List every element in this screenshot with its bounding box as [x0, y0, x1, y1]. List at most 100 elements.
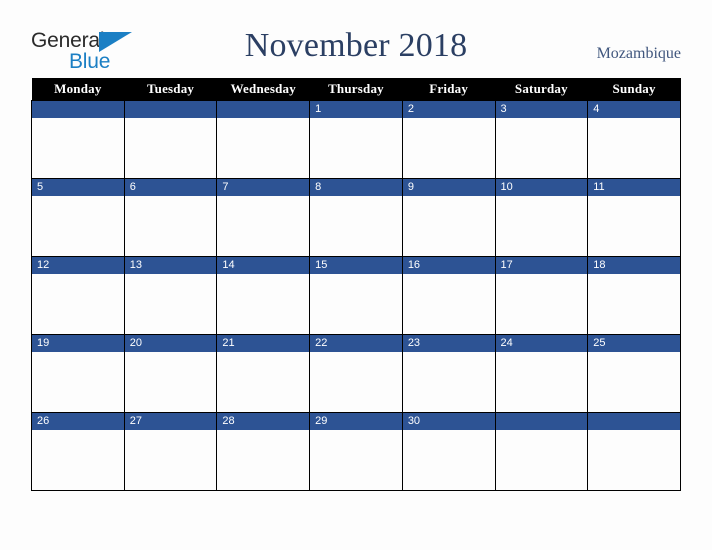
day-number: 17 [495, 257, 588, 274]
day-cell-body[interactable] [588, 118, 680, 177]
day-cell[interactable]: 18 [587, 256, 681, 335]
day-number: 7 [217, 179, 310, 196]
day-cell[interactable]: 5 [31, 178, 125, 257]
day-number: 2 [402, 101, 495, 118]
day-cell[interactable]: 1 [309, 100, 403, 179]
calendar-week-row: 12 13 14 15 16 17 18 [31, 256, 681, 335]
day-cell[interactable]: 9 [401, 178, 496, 257]
day-number: 14 [217, 257, 310, 274]
day-cell[interactable]: 14 [216, 256, 311, 335]
day-cell[interactable]: 6 [123, 178, 218, 257]
day-cell-body[interactable] [496, 118, 588, 177]
day-cell[interactable]: 24 [494, 334, 589, 413]
day-cell-body[interactable] [217, 196, 309, 255]
day-cell-body[interactable] [32, 274, 124, 333]
day-cell-body[interactable] [310, 274, 402, 333]
day-cell-body[interactable] [496, 352, 588, 411]
day-cell[interactable]: 19 [31, 334, 125, 413]
calendar-grid: Monday Tuesday Wednesday Thursday Friday… [31, 78, 681, 491]
day-cell[interactable]: 28 [216, 412, 311, 491]
day-cell[interactable]: 22 [309, 334, 403, 413]
day-cell-body[interactable] [310, 118, 402, 177]
day-cell[interactable]: 16 [401, 256, 496, 335]
day-cell[interactable]: 3 [494, 100, 589, 179]
day-cell[interactable] [587, 412, 681, 491]
day-cell[interactable]: 23 [401, 334, 496, 413]
day-cell-body[interactable] [217, 430, 309, 489]
day-number: 8 [310, 179, 402, 196]
day-cell-body[interactable] [403, 430, 495, 489]
day-cell-body[interactable] [125, 430, 217, 489]
weekday-header-tuesday: Tuesday [124, 78, 217, 101]
calendar-body: 1 2 3 4 5 6 7 8 9 10 11 12 13 14 15 16 1… [31, 100, 681, 491]
day-cell-body[interactable] [496, 196, 588, 255]
day-number: 10 [495, 179, 588, 196]
day-number: 18 [588, 257, 680, 274]
day-cell-body[interactable] [310, 196, 402, 255]
day-number: 1 [310, 101, 402, 118]
day-number: 27 [124, 413, 217, 430]
day-cell-body[interactable] [217, 274, 309, 333]
day-cell[interactable]: 8 [309, 178, 403, 257]
day-number: 26 [32, 413, 124, 430]
day-number: 6 [124, 179, 217, 196]
day-cell-body[interactable] [217, 352, 309, 411]
day-cell-body[interactable] [32, 118, 124, 177]
weekday-header-wednesday: Wednesday [216, 78, 310, 101]
day-cell[interactable]: 26 [31, 412, 125, 491]
day-cell[interactable] [31, 100, 125, 179]
calendar-header-row: Monday Tuesday Wednesday Thursday Friday… [31, 78, 681, 101]
day-cell-body[interactable] [403, 274, 495, 333]
day-cell[interactable]: 27 [123, 412, 218, 491]
day-cell-body[interactable] [403, 352, 495, 411]
day-cell[interactable]: 12 [31, 256, 125, 335]
day-cell-body[interactable] [588, 196, 680, 255]
day-cell-body[interactable] [125, 352, 217, 411]
day-cell-body[interactable] [125, 274, 217, 333]
day-cell-body[interactable] [125, 118, 217, 177]
day-number [217, 101, 310, 118]
day-cell[interactable]: 29 [309, 412, 403, 491]
day-cell-body[interactable] [310, 430, 402, 489]
day-cell-body[interactable] [217, 118, 309, 177]
day-cell-body[interactable] [588, 430, 680, 489]
day-cell[interactable]: 15 [309, 256, 403, 335]
day-cell-body[interactable] [32, 430, 124, 489]
day-number: 28 [217, 413, 310, 430]
day-cell[interactable]: 10 [494, 178, 589, 257]
day-cell-body[interactable] [588, 274, 680, 333]
day-cell[interactable]: 7 [216, 178, 311, 257]
day-cell-body[interactable] [403, 196, 495, 255]
day-cell[interactable]: 4 [587, 100, 681, 179]
day-number: 24 [495, 335, 588, 352]
weekday-header-monday: Monday [31, 78, 125, 101]
day-cell-body[interactable] [32, 352, 124, 411]
day-number: 21 [217, 335, 310, 352]
day-cell[interactable]: 17 [494, 256, 589, 335]
day-cell[interactable]: 11 [587, 178, 681, 257]
day-cell[interactable]: 25 [587, 334, 681, 413]
day-cell[interactable]: 13 [123, 256, 218, 335]
day-number [588, 413, 680, 430]
day-cell[interactable]: 2 [401, 100, 496, 179]
day-number: 19 [32, 335, 124, 352]
day-cell-body[interactable] [588, 352, 680, 411]
day-number: 12 [32, 257, 124, 274]
day-cell[interactable] [123, 100, 218, 179]
day-number: 5 [32, 179, 124, 196]
day-number: 15 [310, 257, 402, 274]
day-cell-body[interactable] [310, 352, 402, 411]
day-cell-body[interactable] [403, 118, 495, 177]
day-cell[interactable] [216, 100, 311, 179]
day-cell[interactable]: 21 [216, 334, 311, 413]
day-cell-body[interactable] [125, 196, 217, 255]
day-cell[interactable]: 30 [401, 412, 496, 491]
day-cell[interactable] [494, 412, 589, 491]
day-cell-body[interactable] [496, 274, 588, 333]
day-cell[interactable]: 20 [123, 334, 218, 413]
day-number: 30 [402, 413, 495, 430]
calendar-week-row: 1 2 3 4 [31, 100, 681, 179]
day-cell-body[interactable] [496, 430, 588, 489]
day-number [32, 101, 124, 118]
day-cell-body[interactable] [32, 196, 124, 255]
